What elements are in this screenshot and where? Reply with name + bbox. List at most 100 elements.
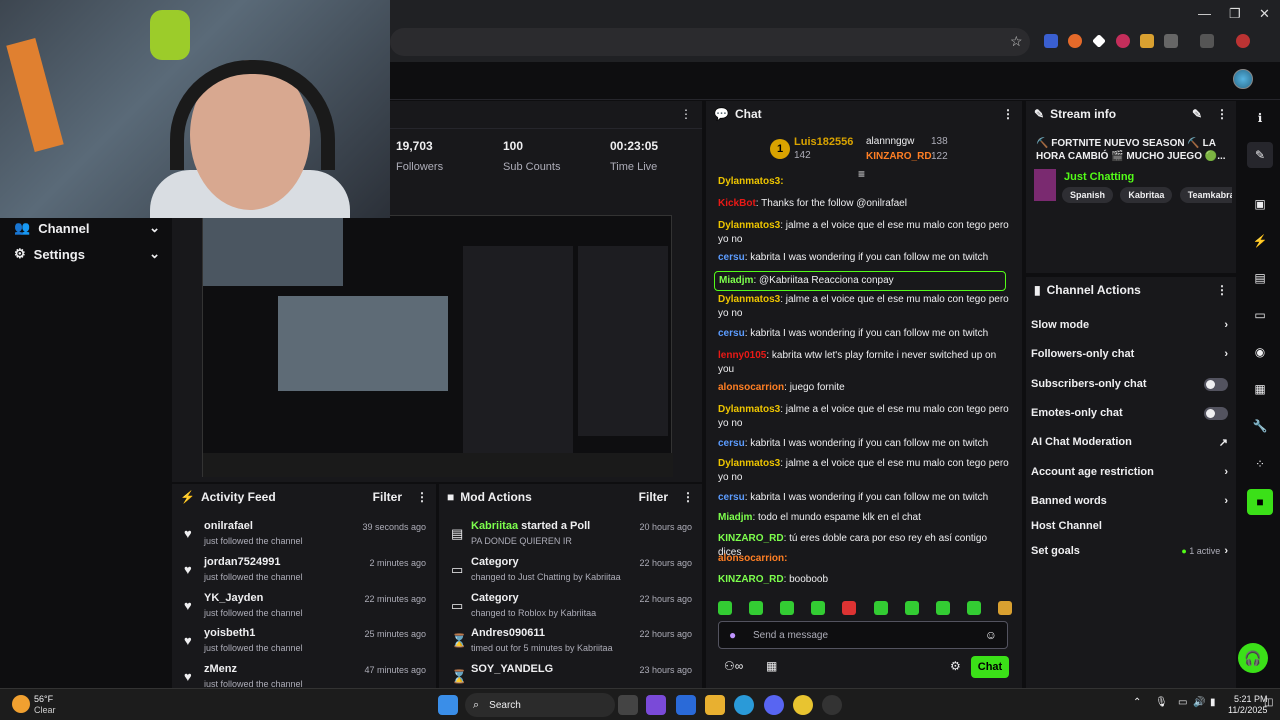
taskview-icon[interactable] — [618, 695, 638, 715]
banned-words-row[interactable]: Banned words › — [1031, 491, 1228, 511]
clock-time[interactable]: 5:21 PM — [1234, 694, 1268, 704]
chat-message[interactable]: Dylanmatos3: jalme a el voice que el ese… — [718, 293, 1010, 321]
extension-icon[interactable] — [1140, 34, 1154, 48]
wrench-icon[interactable]: 🔧 — [1247, 413, 1273, 439]
mic-icon[interactable]: ● — [729, 628, 736, 642]
chat-message[interactable]: cersu: kabrita I was wondering if you ca… — [718, 491, 1010, 505]
emotes-only-toggle[interactable] — [1204, 406, 1228, 420]
stream-preview[interactable] — [172, 185, 702, 482]
folder-icon[interactable] — [705, 695, 725, 715]
gear-icon[interactable]: ⚙ — [950, 659, 961, 673]
chat-username[interactable]: Dylanmatos3 — [718, 404, 780, 415]
message-input[interactable]: ● Send a message ☺ — [718, 621, 1008, 649]
set-goals-row[interactable]: Set goals ● 1 active › — [1031, 541, 1228, 561]
chat-username[interactable]: Miadjm — [718, 512, 752, 523]
battery-icon[interactable]: ▮ — [1210, 697, 1216, 708]
top-chatter-name[interactable]: Luis182556 — [794, 136, 853, 148]
chat-username[interactable]: cersu — [718, 328, 745, 339]
category-name[interactable]: Just Chatting — [1064, 171, 1134, 183]
emote-icon[interactable] — [718, 601, 732, 615]
more-icon[interactable]: ⋮ — [682, 490, 694, 504]
avatar[interactable] — [1233, 69, 1253, 89]
chat-message[interactable]: Dylanmatos3: jalme a el voice que el ese… — [718, 219, 1010, 247]
list-item[interactable]: ▭ Category changed to Roblox by Kabriita… — [439, 592, 702, 628]
list-item[interactable]: ♥ jordan7524991 just followed the channe… — [172, 556, 436, 592]
chat-username[interactable]: lenny0105 — [718, 350, 766, 361]
extension-icon[interactable] — [1068, 34, 1082, 48]
chat-username[interactable]: Miadjm — [719, 275, 753, 286]
list-item[interactable]: ♥ YK_Jayden just followed the channel 22… — [172, 592, 436, 628]
chat-message[interactable]: alonsocarrion: juego fornite — [718, 381, 1010, 395]
pencil-icon[interactable]: ✎ — [1192, 107, 1202, 121]
chat-send-button[interactable]: Chat — [971, 656, 1009, 678]
emote-icon[interactable] — [842, 601, 857, 615]
account-age-row[interactable]: Account age restriction › — [1031, 462, 1228, 482]
tag[interactable]: Spanish — [1062, 187, 1114, 203]
chat-username[interactable]: Dylanmatos3 — [718, 458, 780, 469]
profile-icon[interactable] — [1236, 34, 1250, 48]
chat-message[interactable]: cersu: kabrita I was wondering if you ca… — [718, 327, 1010, 341]
chat-username[interactable]: Dylanmatos3 — [718, 220, 780, 231]
tag[interactable]: Kabritaa — [1120, 187, 1173, 203]
sidepanel-icon[interactable] — [1200, 34, 1214, 48]
chat-message[interactable]: lenny0105: kabrita wtw let's play fornit… — [718, 349, 1010, 377]
chrome-icon[interactable] — [793, 695, 813, 715]
subscribers-only-row[interactable]: Subscribers-only chat — [1031, 374, 1228, 394]
volume-icon[interactable]: 🔊 — [1193, 697, 1205, 708]
nav-settings[interactable]: ⚙ Settings ⌄ — [14, 246, 160, 262]
mic-tray-icon[interactable]: 🎙 — [1155, 697, 1168, 708]
minimize-icon[interactable]: — — [1198, 6, 1211, 21]
more-icon[interactable]: ⋮ — [1002, 107, 1014, 121]
emoji-icon[interactable]: ☺ — [985, 628, 997, 642]
emote-icon[interactable] — [811, 601, 826, 615]
extension-icon[interactable] — [1116, 34, 1130, 48]
chat-username[interactable]: KINZARO_RD — [718, 574, 784, 585]
support-icon[interactable]: 🎧 — [1238, 643, 1268, 673]
notification-icon[interactable]: ◫ — [1264, 697, 1273, 708]
slow-mode-row[interactable]: Slow mode › — [1031, 315, 1228, 335]
clock-date[interactable]: 11/2/2025 — [1228, 705, 1267, 715]
chat-username[interactable]: alonsocarrion — [718, 382, 784, 393]
list-item[interactable]: ⌛ SOY_YANDELG 23 hours ago — [439, 663, 702, 687]
pencil-icon[interactable]: ✎ — [1247, 142, 1273, 168]
top-chatter-name[interactable]: KINZARO_RD — [866, 151, 932, 162]
tag[interactable]: Teamkabra — [1179, 187, 1232, 203]
list-item[interactable]: ▭ Category changed to Just Chatting by K… — [439, 556, 702, 592]
chat-message[interactable]: KickBot: Thanks for the follow @onilrafa… — [718, 197, 1010, 211]
weather-desc[interactable]: Clear — [34, 705, 56, 715]
extension-icon[interactable] — [1044, 34, 1058, 48]
list-item[interactable]: ♥ yoisbeth1 just followed the channel 25… — [172, 627, 436, 663]
app-icon[interactable]: ■ — [1247, 489, 1273, 515]
focus-icon[interactable]: ▣ — [1247, 191, 1273, 217]
subscribers-only-toggle[interactable] — [1204, 377, 1228, 391]
chat-message[interactable]: KINZARO_RD: booboob — [718, 573, 1010, 587]
close-icon[interactable]: ✕ — [1259, 6, 1270, 22]
more-icon[interactable]: ⋮ — [1216, 283, 1228, 297]
nav-channel[interactable]: 👥 Channel ⌄ — [14, 220, 160, 236]
chat-username[interactable]: alonsocarrion: — [718, 553, 787, 564]
copilot-icon[interactable] — [646, 695, 666, 715]
top-chatter-name[interactable]: alannnggw — [866, 136, 914, 147]
store-icon[interactable]: ▦ — [766, 659, 777, 673]
list-item[interactable]: ♥ zMenz just followed the channel 47 min… — [172, 663, 436, 687]
chat-username[interactable]: cersu — [718, 252, 745, 263]
calendar-icon[interactable]: ▦ — [1247, 376, 1273, 402]
chat-message[interactable]: cersu: kabrita I was wondering if you ca… — [718, 437, 1010, 451]
chat-message[interactable]: Miadjm: todo el mundo espame klk en el c… — [718, 511, 1010, 525]
more-icon[interactable]: ⋮ — [1216, 107, 1228, 121]
filter-button[interactable]: Filter — [373, 490, 402, 504]
followers-only-row[interactable]: Followers-only chat › — [1031, 344, 1228, 364]
emote-icon[interactable] — [997, 601, 1012, 615]
windows-start-icon[interactable] — [438, 695, 458, 715]
host-channel-row[interactable]: Host Channel — [1031, 516, 1228, 536]
chevron-up-icon[interactable]: ⌃ — [1133, 697, 1141, 708]
filter-button[interactable]: Filter — [639, 490, 668, 504]
obs-icon[interactable] — [822, 695, 842, 715]
chat-message[interactable]: Dylanmatos3: jalme a el voice que el ese… — [718, 403, 1010, 431]
bolt-icon[interactable]: ⚡ — [1247, 228, 1273, 254]
network-icon[interactable]: ▭ — [1178, 697, 1187, 708]
edge-icon[interactable] — [734, 695, 754, 715]
maximize-icon[interactable]: ❐ — [1229, 6, 1241, 22]
emote-icon[interactable] — [780, 601, 795, 615]
chat-username[interactable]: cersu — [718, 438, 745, 449]
